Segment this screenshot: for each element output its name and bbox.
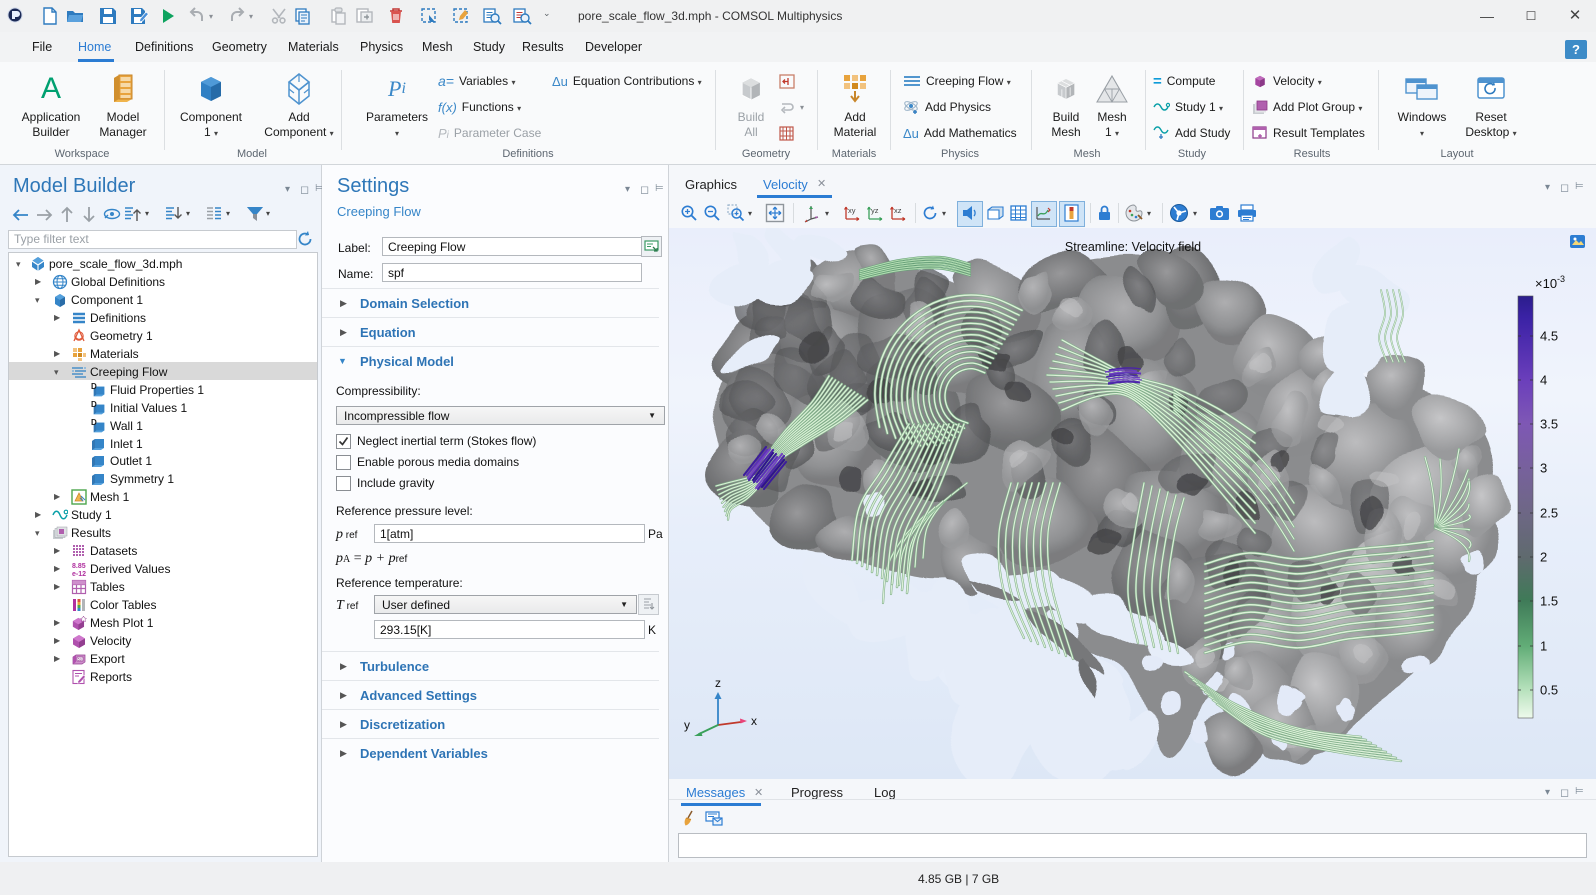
svg-text:4: 4 bbox=[1540, 373, 1547, 388]
svg-text:3: 3 bbox=[1540, 461, 1547, 476]
svg-text:xz: xz bbox=[894, 206, 902, 215]
svg-text:xy: xy bbox=[848, 206, 856, 215]
svg-text:2: 2 bbox=[1540, 550, 1547, 565]
svg-text:4.5: 4.5 bbox=[1540, 329, 1558, 344]
svg-text:-3: -3 bbox=[1557, 274, 1565, 284]
svg-text:0.5: 0.5 bbox=[1540, 683, 1558, 698]
svg-text:yz: yz bbox=[871, 206, 879, 215]
svg-text:3.5: 3.5 bbox=[1540, 417, 1558, 432]
svg-text:1.5: 1.5 bbox=[1540, 594, 1558, 609]
svg-text:y: y bbox=[684, 718, 690, 732]
svg-text:1: 1 bbox=[1540, 639, 1547, 654]
svg-text:Streamline: Velocity field: Streamline: Velocity field bbox=[1065, 240, 1201, 254]
svg-text:z: z bbox=[715, 676, 721, 690]
svg-text:×10: ×10 bbox=[1535, 276, 1557, 291]
svg-text:2.5: 2.5 bbox=[1540, 506, 1558, 521]
svg-text:x: x bbox=[751, 714, 757, 728]
